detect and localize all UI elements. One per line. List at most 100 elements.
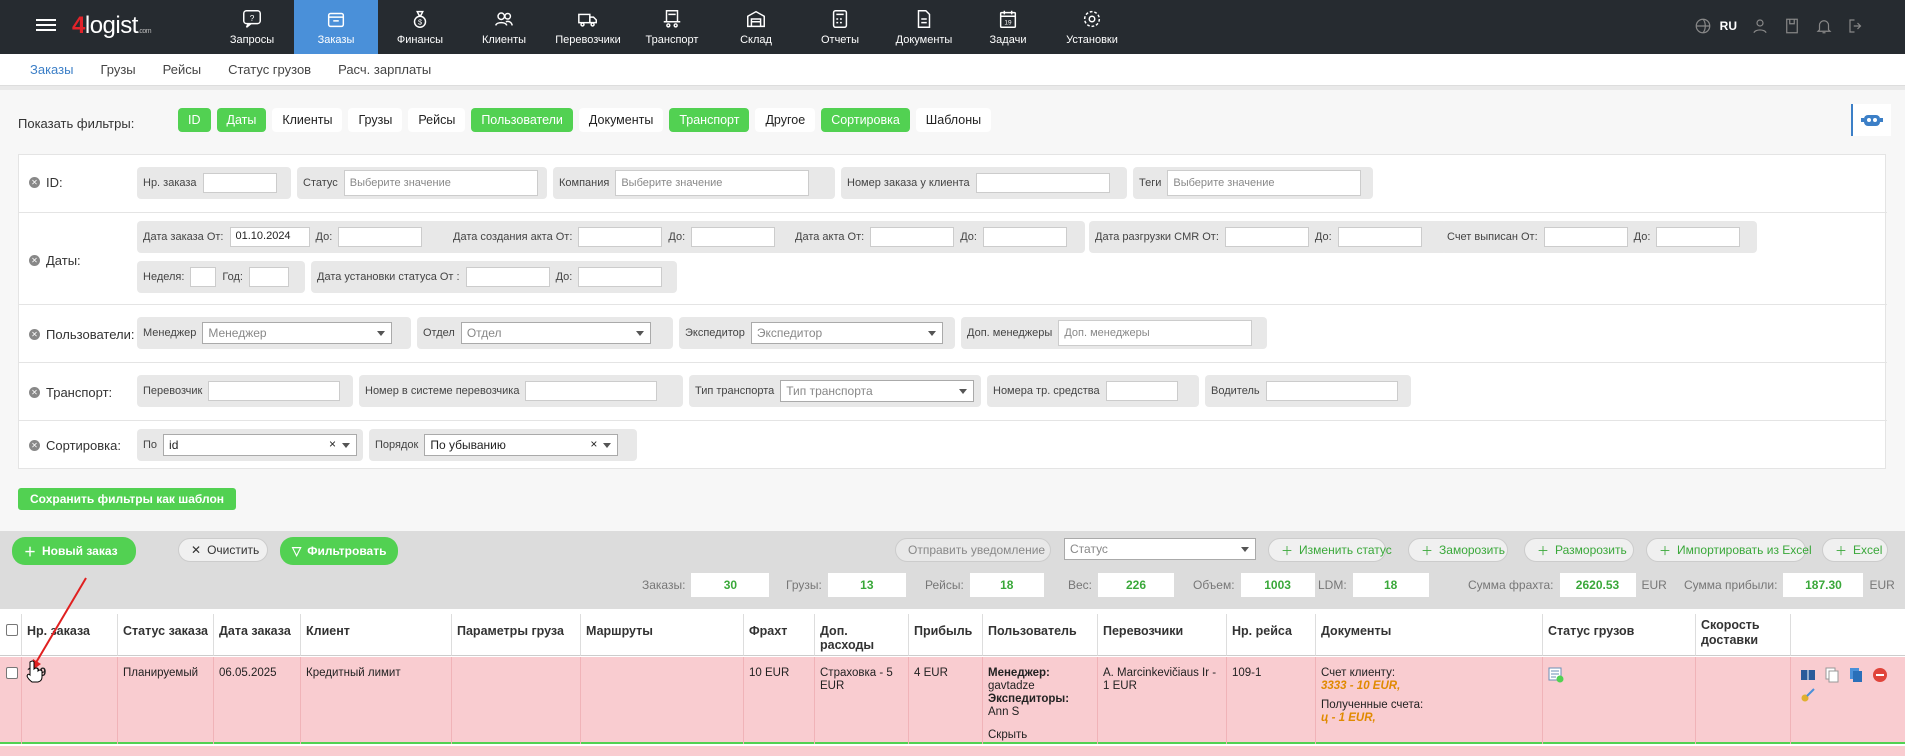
remove-filter-icon[interactable]: ✕ xyxy=(29,255,40,266)
header-status[interactable]: Статус заказа xyxy=(118,614,214,656)
nav-warehouse[interactable]: Склад xyxy=(714,0,798,54)
clear-icon[interactable]: × xyxy=(329,437,336,451)
freeze-button[interactable]: ＋ Заморозить xyxy=(1408,538,1508,562)
table-row[interactable] xyxy=(0,746,1905,756)
filter-button[interactable]: ▽ Фильтровать xyxy=(280,537,398,565)
header-trip-no[interactable]: Нр. рейса xyxy=(1227,614,1316,656)
header-extra[interactable]: Доп. расходы xyxy=(815,614,909,656)
order-date-to-input[interactable] xyxy=(338,227,423,247)
subnav-orders[interactable]: Заказы xyxy=(30,62,73,77)
header-freight[interactable]: Фрахт xyxy=(744,614,815,656)
chip-users[interactable]: Пользователи xyxy=(471,108,573,132)
chip-transport[interactable]: Транспорт xyxy=(669,108,750,132)
carrier-cell[interactable]: A. Marcinkevičiaus Ir - 1 EUR xyxy=(1098,657,1227,744)
globe-icon[interactable] xyxy=(1694,17,1712,35)
save-icon[interactable] xyxy=(1783,17,1801,35)
excel-button[interactable]: ＋ Excel xyxy=(1822,538,1888,562)
send-notification-button[interactable]: Отправить уведомление xyxy=(895,538,1051,562)
chip-dates[interactable]: Даты xyxy=(216,108,267,132)
add-status-icon[interactable] xyxy=(1548,667,1564,683)
header-cargo-params[interactable]: Параметры груза xyxy=(452,614,581,656)
remove-filter-icon[interactable]: ✕ xyxy=(29,440,40,451)
order-no-input[interactable] xyxy=(202,173,277,193)
extra-managers-input[interactable]: Доп. менеджеры xyxy=(1058,320,1253,346)
carrier-input[interactable] xyxy=(208,381,341,401)
remove-filter-icon[interactable]: ✕ xyxy=(29,329,40,340)
received-invoice-link[interactable]: ц - 1 EUR, xyxy=(1321,712,1537,725)
status-date-from-input[interactable] xyxy=(465,267,550,287)
menu-icon[interactable] xyxy=(36,16,56,36)
header-carriers[interactable]: Перевозчики xyxy=(1098,614,1227,656)
client-order-input[interactable] xyxy=(975,173,1110,193)
header-delivery-speed[interactable]: Скорость доставки xyxy=(1696,614,1791,656)
change-status-button[interactable]: ＋ Изменить статус xyxy=(1268,538,1392,562)
chip-sort[interactable]: Сортировка xyxy=(821,108,910,132)
chip-other[interactable]: Другое xyxy=(755,108,816,132)
cmr-date-to-input[interactable] xyxy=(1337,227,1422,247)
remove-filter-icon[interactable]: ✕ xyxy=(29,387,40,398)
subnav-trips[interactable]: Рейсы xyxy=(163,62,201,77)
subnav-cargo-status[interactable]: Статус грузов xyxy=(228,62,311,77)
nav-carriers[interactable]: Перевозчики xyxy=(546,0,630,54)
act-date-to-input[interactable] xyxy=(982,227,1067,247)
header-routes[interactable]: Маршруты xyxy=(581,614,744,656)
nav-documents[interactable]: Документы xyxy=(882,0,966,54)
logo[interactable]: 4logist.com xyxy=(72,12,152,40)
status-date-to-input[interactable] xyxy=(578,267,663,287)
nav-reports[interactable]: Отчеты xyxy=(798,0,882,54)
subnav-cargo[interactable]: Грузы xyxy=(100,62,135,77)
header-documents[interactable]: Документы xyxy=(1316,614,1543,656)
sort-order-select[interactable]: По убыванию × xyxy=(424,434,619,456)
save-template-button[interactable]: Сохранить фильтры как шаблон xyxy=(18,488,237,510)
chip-clients[interactable]: Клиенты xyxy=(272,108,343,132)
subnav-salary[interactable]: Расч. зарплаты xyxy=(338,62,431,77)
week-input[interactable] xyxy=(190,267,217,287)
sort-by-select[interactable]: id × xyxy=(163,434,357,456)
chip-id[interactable]: ID xyxy=(178,108,211,132)
unfreeze-button[interactable]: ＋ Разморозить xyxy=(1524,538,1634,562)
header-checkbox[interactable] xyxy=(0,614,22,656)
clear-button[interactable]: ✕ Очистить xyxy=(178,538,268,562)
status-input[interactable]: Выберите значение xyxy=(343,170,538,196)
nav-settings[interactable]: Установки xyxy=(1050,0,1134,54)
trip-no-cell[interactable]: 109-1 xyxy=(1227,657,1316,744)
client-cell[interactable]: Кредитный лимит xyxy=(301,657,452,744)
driver-input[interactable] xyxy=(1265,381,1398,401)
client-invoice-link[interactable]: 3333 - 10 EUR, xyxy=(1321,680,1537,693)
nav-tasks[interactable]: 19 Задачи xyxy=(966,0,1050,54)
status-select[interactable]: Статус xyxy=(1064,538,1256,560)
invoice-date-to-input[interactable] xyxy=(1656,227,1741,247)
nav-transport[interactable]: Транспорт xyxy=(630,0,714,54)
act-created-to-input[interactable] xyxy=(691,227,776,247)
nav-orders[interactable]: Заказы xyxy=(294,0,378,54)
table-row[interactable]: 109 Планируемый 06.05.2025 Кредитный лим… xyxy=(0,657,1905,744)
order-no-cell[interactable]: 109 xyxy=(22,657,118,744)
hide-link[interactable]: Скрыть xyxy=(988,729,1092,742)
chip-trips[interactable]: Рейсы xyxy=(408,108,466,132)
chip-templates[interactable]: Шаблоны xyxy=(915,108,992,132)
carrier-sys-no-input[interactable] xyxy=(525,381,658,401)
book-icon[interactable] xyxy=(1800,667,1816,683)
header-user[interactable]: Пользователь xyxy=(983,614,1098,656)
key-edit-icon[interactable] xyxy=(1800,687,1816,703)
import-excel-button[interactable]: ＋ Импортировать из Excel xyxy=(1646,538,1812,562)
chip-cargo[interactable]: Грузы xyxy=(348,108,403,132)
header-order-no[interactable]: Нр. заказа xyxy=(22,614,118,656)
nav-requests[interactable]: ? Запросы xyxy=(210,0,294,54)
year-input[interactable] xyxy=(249,267,289,287)
new-order-button[interactable]: ＋ Новый заказ xyxy=(12,537,136,565)
copy-icon[interactable] xyxy=(1824,667,1840,683)
header-profit[interactable]: Прибыль xyxy=(909,614,983,656)
header-client[interactable]: Клиент xyxy=(301,614,452,656)
act-date-from-input[interactable] xyxy=(870,227,955,247)
delete-icon[interactable] xyxy=(1872,667,1888,683)
tags-input[interactable]: Выберите значение xyxy=(1167,170,1362,196)
remove-filter-icon[interactable]: ✕ xyxy=(29,177,40,188)
chip-documents[interactable]: Документы xyxy=(578,108,664,132)
transport-type-select[interactable]: Тип транспорта xyxy=(780,380,975,402)
language-selector[interactable]: RU xyxy=(1720,19,1737,33)
invoice-date-from-input[interactable] xyxy=(1543,227,1628,247)
manager-select[interactable]: Менеджер xyxy=(202,322,393,344)
user-icon[interactable] xyxy=(1751,17,1769,35)
header-cargo-status[interactable]: Статус грузов xyxy=(1543,614,1696,656)
